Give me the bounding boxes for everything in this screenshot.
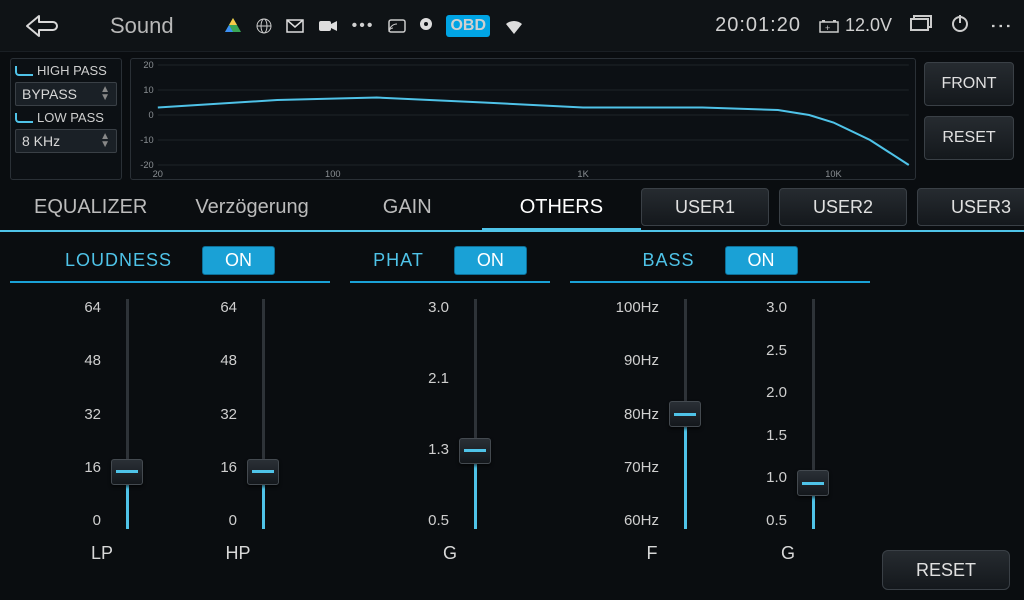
location-icon [420, 18, 432, 34]
page-title: Sound [110, 13, 174, 39]
reset-button[interactable]: RESET [882, 550, 1010, 590]
eq-graph: -20-1001020201001K10K [130, 58, 916, 180]
back-button[interactable] [10, 14, 80, 38]
drive-icon [224, 17, 242, 35]
low-pass-select[interactable]: 8 KHz ▲▼ [15, 129, 117, 153]
loudness-title: LOUDNESS [65, 250, 172, 271]
bass-title: BASS [642, 250, 694, 271]
others-body: LOUDNESS ON 644832160 LP 644832160 HP [0, 232, 1024, 592]
reset-eq-button[interactable]: RESET [924, 116, 1014, 160]
svg-text:100: 100 [325, 169, 340, 179]
hp-slider[interactable]: 644832160 HP [193, 299, 283, 564]
svg-text:20: 20 [143, 60, 153, 70]
tab-others[interactable]: OTHERS [482, 184, 641, 230]
bass-g-slider[interactable]: 3.02.52.01.51.00.5 G [743, 299, 833, 564]
phat-title: PHAT [373, 250, 424, 271]
svg-text:-10: -10 [140, 135, 153, 145]
dots-icon: ••• [352, 17, 375, 35]
camera-icon [318, 19, 338, 33]
user2-button[interactable]: USER2 [779, 188, 907, 226]
lp-slider[interactable]: 644832160 LP [57, 299, 147, 564]
mail-icon [286, 19, 304, 33]
high-pass-select[interactable]: BYPASS ▲▼ [15, 82, 117, 106]
voltage-indicator: + 12.0V [819, 15, 892, 36]
cast-icon [388, 19, 406, 33]
user1-button[interactable]: USER1 [641, 188, 769, 226]
svg-text:1K: 1K [577, 169, 588, 179]
phat-g-slider[interactable]: 3.02.11.30.5 G [405, 299, 495, 564]
clock: 20:01:20 [715, 14, 801, 37]
svg-text:20: 20 [153, 169, 163, 179]
user3-button[interactable]: USER3 [917, 188, 1024, 226]
svg-text:0: 0 [149, 110, 154, 120]
phat-toggle[interactable]: ON [454, 246, 527, 275]
wifi-icon [504, 18, 524, 34]
power-icon[interactable] [950, 13, 970, 38]
loudness-toggle[interactable]: ON [202, 246, 275, 275]
high-pass-label: HIGH PASS [15, 63, 117, 78]
more-icon[interactable]: ⋮ [988, 15, 1014, 37]
svg-text:10: 10 [143, 85, 153, 95]
globe-icon [256, 18, 272, 34]
front-button[interactable]: FRONT [924, 62, 1014, 106]
obd-badge: OBD [446, 15, 490, 37]
window-icon[interactable] [910, 15, 932, 36]
svg-text:10K: 10K [825, 169, 842, 179]
tab-gain[interactable]: GAIN [333, 184, 482, 230]
tab-delay[interactable]: Verzögerung [171, 184, 332, 230]
bass-f-slider[interactable]: 100Hz90Hz80Hz70Hz60Hz F [607, 299, 697, 564]
svg-text:+: + [825, 23, 830, 33]
low-pass-label: LOW PASS [15, 110, 117, 125]
bass-toggle[interactable]: ON [725, 246, 798, 275]
status-icons-left: ••• OBD [224, 15, 524, 37]
tab-equalizer[interactable]: EQUALIZER [10, 184, 171, 230]
filter-controls: HIGH PASS BYPASS ▲▼ LOW PASS 8 KHz ▲▼ [10, 58, 122, 180]
